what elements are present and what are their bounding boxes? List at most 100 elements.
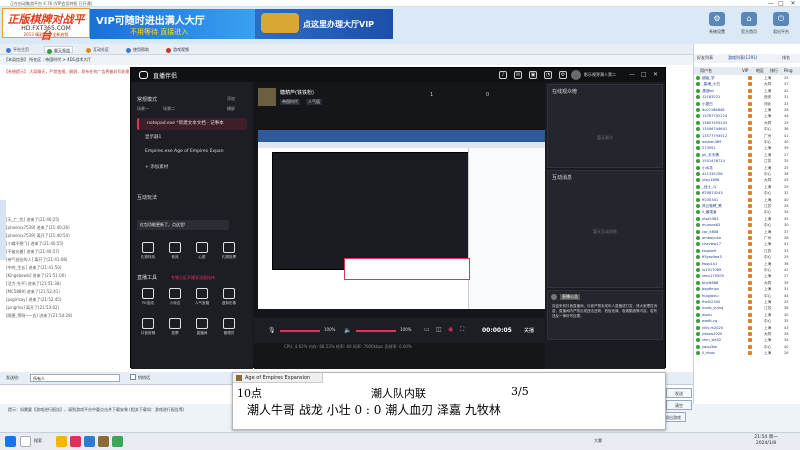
- mail-icon[interactable]: ✉: [514, 71, 522, 79]
- maximize-button[interactable]: □: [776, 0, 786, 7]
- online-count: 1: [430, 92, 434, 98]
- stream-tool-button[interactable]: 直播间: [191, 318, 213, 340]
- stream-tool-button[interactable]: 虚拟形象: [218, 288, 240, 310]
- header-region[interactable]: 地区: [756, 67, 764, 75]
- microphone-icon[interactable]: 🎙: [268, 327, 276, 334]
- overlay-titlebar[interactable]: Age of Empires Expansion: [233, 373, 323, 383]
- close-button[interactable]: ✕: [788, 0, 798, 7]
- player-avatar-icon: [696, 184, 700, 189]
- stream-tool-button[interactable]: 礼物投票: [218, 242, 240, 264]
- player-avatar-icon: [696, 95, 700, 100]
- stream-preview[interactable]: [258, 130, 546, 309]
- nav-chat[interactable]: 聊天频道: [44, 46, 73, 54]
- system-clock[interactable]: 21:54 周一 2024/1/8: [742, 435, 790, 447]
- player-row[interactable]: ll_nhoo 上海 26: [696, 350, 799, 356]
- vip-ad-banner[interactable]: VIP可随时进出满人大厅 不用等待 直接进入: [90, 9, 255, 39]
- round-label: 10点: [237, 387, 262, 400]
- fullscreen-icon[interactable]: ⛶: [460, 326, 464, 334]
- score-overlay-window[interactable]: Age of Empires Expansion 10点 潮人队内联 3/5 潮…: [232, 372, 666, 430]
- player-avatar-icon: [696, 351, 700, 356]
- private-checkbox[interactable]: [130, 374, 136, 380]
- stream-tool-button[interactable]: 小玩法: [164, 288, 186, 310]
- headset-icon[interactable]: ♪: [499, 71, 507, 79]
- gift-icon[interactable]: ▣: [529, 71, 537, 79]
- stream-tool-button[interactable]: PK连线: [137, 288, 159, 310]
- send-button[interactable]: 发送: [666, 388, 692, 398]
- platform-app-icon[interactable]: [84, 436, 95, 447]
- game-app-icon[interactable]: [98, 436, 109, 447]
- nav-video[interactable]: 游戏视频: [164, 46, 191, 53]
- screenshot-icon[interactable]: ◫: [436, 326, 442, 333]
- orientation-label[interactable]: 横屏: [227, 106, 235, 112]
- minimize-button[interactable]: —: [766, 0, 776, 7]
- scene-tab-1[interactable]: 场景一: [137, 106, 149, 112]
- source-item-display[interactable]: 显示器1: [137, 132, 247, 144]
- record-icon[interactable]: ◉: [448, 326, 453, 333]
- login-user-name[interactable]: 影乐视界潮人第二: [584, 72, 616, 78]
- scene-tab-2[interactable]: 场景二: [163, 106, 175, 112]
- vip-purchase-banner[interactable]: 点这里办理大厅VIP: [255, 9, 393, 39]
- nav-community-label: 互动社区: [93, 47, 109, 52]
- bell-icon[interactable]: ◔: [544, 71, 552, 79]
- settings-icon[interactable]: ⚙: [559, 71, 567, 79]
- send-target-select[interactable]: 所有人: [30, 374, 120, 382]
- room-cover[interactable]: [258, 88, 276, 106]
- mic-volume-slider[interactable]: [280, 330, 320, 332]
- browser-icon[interactable]: [112, 436, 123, 447]
- header-vip[interactable]: VIP: [742, 67, 748, 75]
- live-tools-hint[interactable]: 专属分区开播享流量扶持: [171, 275, 215, 281]
- stream-tool-button[interactable]: 管理员: [218, 318, 240, 340]
- exit-platform-button[interactable]: ⏻ 君出平台: [767, 12, 795, 38]
- tab-game-list[interactable]: 游戏列表(1291): [728, 55, 757, 61]
- end-live-button[interactable]: 关播: [524, 327, 534, 334]
- add-source-button[interactable]: + 添加素材: [137, 162, 247, 174]
- vip-badge-icon: [748, 293, 752, 298]
- search-icon[interactable]: [20, 436, 31, 447]
- interact-tooltip[interactable]: 红包功能更新了，点这里!: [137, 220, 229, 230]
- vip-badge-icon: [748, 184, 752, 189]
- interact-header: 互动玩法: [137, 195, 158, 201]
- nav-home[interactable]: 平台主页: [4, 46, 31, 53]
- chat-line: [小蝶不想飞] 进来了(21:40:55): [6, 241, 64, 246]
- pc-volume-slider[interactable]: [356, 330, 396, 332]
- nav-chat-label: 聊天频道: [54, 48, 70, 53]
- clear-button[interactable]: 清空: [666, 400, 692, 410]
- official-home-button[interactable]: ⌂ 官方首页: [735, 12, 763, 38]
- room-tag-category[interactable]: 帝国时代: [280, 99, 300, 105]
- room-tag-popularity[interactable]: 人气值: [306, 99, 322, 105]
- stream-tool-button[interactable]: 投票: [164, 318, 186, 340]
- stream-tool-button[interactable]: 礼物特效: [137, 242, 159, 264]
- notice-tag: 直播公告: [560, 294, 580, 300]
- vip-badge-icon: [748, 325, 752, 330]
- preview-player-list: [468, 148, 546, 309]
- source-item-notepad[interactable]: notepad.exe *新建文本文档 - 记事本: [137, 118, 247, 130]
- header-username[interactable]: 用户名: [700, 67, 712, 75]
- stream-maximize-button[interactable]: □: [641, 71, 647, 78]
- speaker-icon[interactable]: 🔈: [344, 327, 351, 334]
- stream-tool-button[interactable]: 心愿: [191, 242, 213, 264]
- weather-text[interactable]: 大雾: [594, 438, 602, 444]
- header-ping[interactable]: Ping: [784, 67, 793, 75]
- stream-tool-button[interactable]: 音效: [164, 242, 186, 264]
- nav-help[interactable]: 使用帮助: [124, 46, 151, 53]
- stream-tool-button[interactable]: 人气宝箱: [191, 288, 213, 310]
- system-notice: 【系统提示】 大局聊天，严禁违规、刷屏，发布任何广告将被封号处理: [4, 69, 130, 74]
- system-settings-button[interactable]: ⚙ 系统设置: [703, 12, 731, 38]
- nav-community[interactable]: 互动社区: [84, 46, 111, 53]
- stream-close-button[interactable]: ✕: [653, 71, 658, 78]
- start-icon[interactable]: [5, 436, 16, 447]
- folder-icon[interactable]: [56, 436, 67, 447]
- tab-friends[interactable]: 好友列表: [697, 55, 713, 61]
- platform-logo[interactable]: 正版棋牌对战平台 HD.FXT365.COM 2013 精彩互动 全新启程: [2, 8, 90, 42]
- room-name[interactable]: 糖葫芦(铁铁粉): [280, 89, 314, 96]
- add-scene-button[interactable]: 添加: [227, 96, 235, 102]
- stream-minimize-button[interactable]: —: [629, 71, 635, 78]
- player-list-header: 用户名 VIP 地区 排行 Ping: [694, 67, 800, 75]
- header-rank[interactable]: 排行: [770, 67, 778, 75]
- source-item-empires[interactable]: Empires.exe Age of Empires Expan: [137, 146, 247, 158]
- tab-ranking[interactable]: 排名: [782, 55, 790, 61]
- stream-tool-button[interactable]: 抖音剪辑: [137, 318, 159, 340]
- camera-icon[interactable]: ▭: [424, 326, 430, 333]
- streaming-app-icon[interactable]: [70, 436, 81, 447]
- user-avatar[interactable]: [571, 70, 581, 80]
